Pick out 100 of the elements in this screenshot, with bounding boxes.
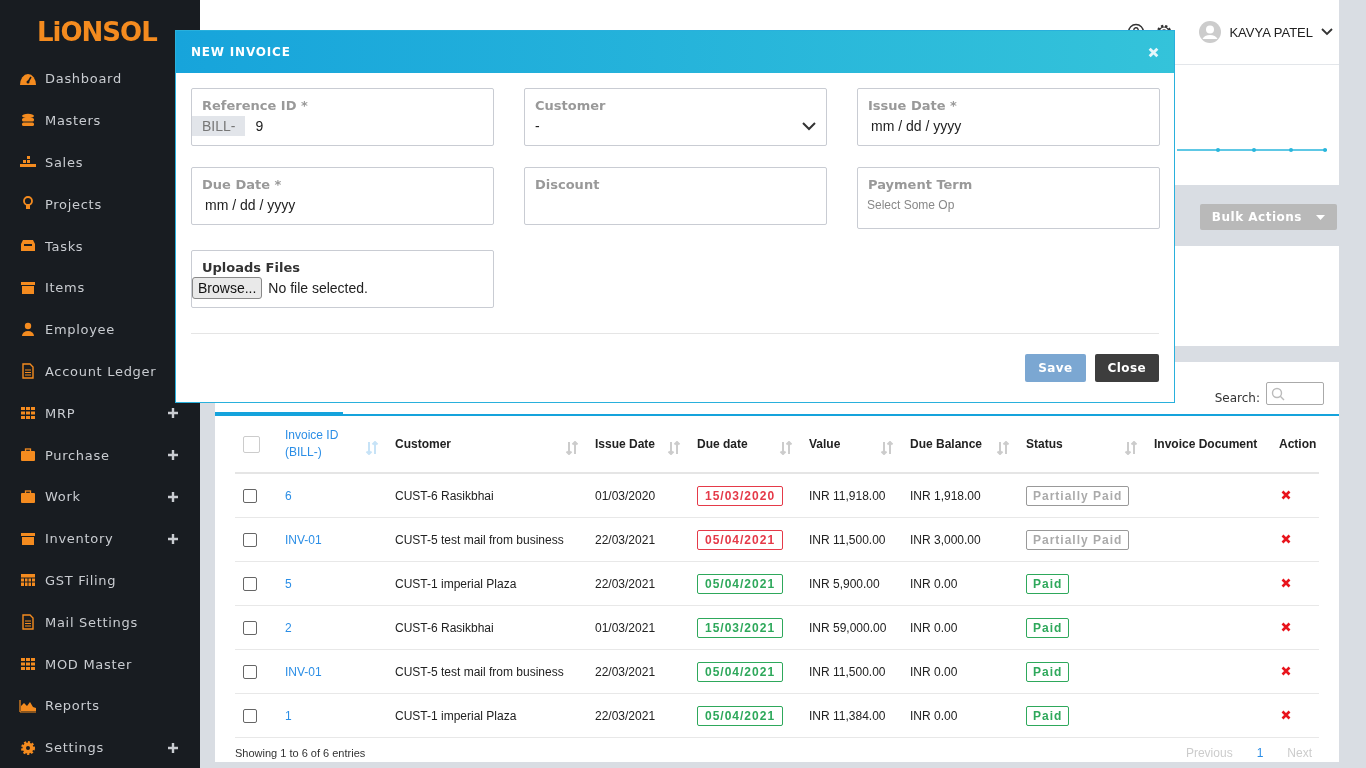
table-cell: INR 3,000.00 xyxy=(910,532,981,547)
table-cell: INR 11,918.00 xyxy=(809,488,886,503)
search-label: Search: xyxy=(1214,391,1260,405)
table-cell: CUST-6 Rasikbhai xyxy=(395,488,494,503)
field-placeholder: Select Some Op xyxy=(867,198,955,212)
field-prefix: BILL- xyxy=(192,116,246,136)
browse-button[interactable]: Browse... xyxy=(192,277,263,299)
page-link[interactable]: 1 xyxy=(1256,746,1264,760)
column-header: Invoice Document xyxy=(1154,437,1259,451)
user-menu[interactable]: KAVYA PATEL xyxy=(1199,21,1333,43)
sidebar-item[interactable]: Inventory xyxy=(0,517,200,560)
invoice-link[interactable]: 6 xyxy=(285,488,292,503)
table-cell: 22/03/2021 xyxy=(595,664,656,679)
plus-icon[interactable] xyxy=(168,450,178,461)
table-cell: INR 0.00 xyxy=(910,576,958,591)
chevron-down-icon xyxy=(802,121,816,131)
field-value: - xyxy=(535,118,540,134)
status-tag: Paid xyxy=(1026,661,1070,682)
briefcase-icon xyxy=(19,487,37,506)
row-checkbox[interactable] xyxy=(243,664,257,679)
due-date-tag: 05/04/2021 xyxy=(697,573,784,594)
table-cell: CUST-1 imperial Plaza xyxy=(395,576,517,591)
sidebar-item[interactable]: Mail Settings xyxy=(0,601,200,644)
dialog-title: NEW INVOICE xyxy=(191,45,291,59)
invoice-link[interactable]: 2 xyxy=(285,620,292,635)
field-label: Customer xyxy=(535,98,607,113)
sidebar-item[interactable]: Account Ledger xyxy=(0,350,200,393)
form-field[interactable]: Issue Date * mm / dd / yyyy xyxy=(857,88,1160,146)
table-cell: INR 0.00 xyxy=(910,620,958,635)
column-header[interactable]: Issue Date xyxy=(595,437,685,451)
plus-icon[interactable] xyxy=(168,533,178,544)
form-field[interactable]: Due Date * mm / dd / yyyy xyxy=(191,167,494,225)
sidebar-item[interactable]: MOD Master xyxy=(0,643,200,685)
delete-icon[interactable] xyxy=(1281,489,1291,500)
due-date-tag: 05/04/2021 xyxy=(697,661,784,682)
user-name: KAVYA PATEL xyxy=(1229,24,1313,40)
field-label: Reference ID * xyxy=(202,98,309,113)
table-cell: INR 11,500.00 xyxy=(809,664,886,679)
delete-icon[interactable] xyxy=(1281,533,1291,544)
invoice-link[interactable]: INV-01 xyxy=(285,532,322,547)
sidebar-item[interactable]: MRP xyxy=(0,392,200,435)
table-cell: CUST-5 test mail from business xyxy=(395,664,564,679)
table-cell: INR 11,500.00 xyxy=(809,532,886,547)
form-field[interactable]: Reference ID * BILL- 9 xyxy=(191,88,494,146)
column-header[interactable]: Due Balance xyxy=(910,437,1014,451)
field-label: Payment Term xyxy=(868,177,974,192)
sidebar-item[interactable]: Work xyxy=(0,475,200,518)
sidebar-item[interactable]: GST Filing xyxy=(0,559,200,602)
plus-icon[interactable] xyxy=(168,408,178,419)
field-value: 9 xyxy=(255,118,264,134)
row-checkbox[interactable] xyxy=(243,576,257,591)
table-cell: INR 1,918.00 xyxy=(910,488,981,503)
due-date-tag: 15/03/2020 xyxy=(697,485,784,506)
plus-icon[interactable] xyxy=(168,742,178,753)
form-field[interactable]: Payment Term Select Some Op xyxy=(857,167,1160,229)
row-checkbox[interactable] xyxy=(243,708,257,723)
sidebar-item[interactable]: Settings xyxy=(0,726,200,768)
column-header[interactable]: Customer xyxy=(395,437,583,451)
field-value: mm / dd / yyyy xyxy=(871,118,962,134)
sidebar-item[interactable]: Purchase xyxy=(0,434,200,476)
invoice-link[interactable]: INV-01 xyxy=(285,664,322,679)
entries-info: Showing 1 to 6 of 6 entries xyxy=(235,747,366,759)
due-date-tag: 15/03/2021 xyxy=(697,617,784,638)
chevron-down-icon xyxy=(1321,28,1333,36)
delete-icon[interactable] xyxy=(1281,577,1291,588)
table-cell: 01/03/2020 xyxy=(595,488,656,503)
column-header[interactable]: Due date xyxy=(697,437,797,451)
field-label: Due Date * xyxy=(202,177,283,192)
row-checkbox[interactable] xyxy=(243,488,257,503)
table-cell: INR 0.00 xyxy=(910,708,958,723)
gear-icon xyxy=(19,738,37,757)
document-icon xyxy=(19,362,37,381)
table-cell: INR 11,384.00 xyxy=(809,708,886,723)
form-field[interactable]: Uploads Files Browse... No file selected. xyxy=(191,250,494,308)
invoice-link[interactable]: 5 xyxy=(285,576,292,591)
delete-icon[interactable] xyxy=(1281,709,1291,720)
document-icon xyxy=(19,613,37,632)
select-all-checkbox[interactable] xyxy=(243,435,260,453)
search-icon xyxy=(1271,386,1285,401)
plus-icon[interactable] xyxy=(168,491,178,502)
caret-icon xyxy=(1316,214,1325,220)
table-cell: 01/03/2021 xyxy=(595,620,656,635)
row-checkbox[interactable] xyxy=(243,620,257,635)
dialog-button[interactable]: Close xyxy=(1094,354,1159,382)
sidebar-item[interactable]: Reports xyxy=(0,684,200,727)
sidebar-item[interactable]: Employee xyxy=(0,308,200,351)
search-field[interactable] xyxy=(1266,382,1324,405)
user-icon xyxy=(19,320,37,339)
avatar-icon xyxy=(1199,21,1222,43)
column-header[interactable]: Status xyxy=(1026,437,1142,451)
column-header[interactable]: Invoice ID (BILL-) xyxy=(285,427,383,461)
table-cell: CUST-1 imperial Plaza xyxy=(395,708,517,723)
field-value: mm / dd / yyyy xyxy=(205,197,296,213)
delete-icon[interactable] xyxy=(1281,665,1291,676)
delete-icon[interactable] xyxy=(1281,621,1291,632)
form-field[interactable]: Customer - xyxy=(524,88,827,146)
row-checkbox[interactable] xyxy=(243,532,257,547)
column-header[interactable]: Value xyxy=(809,437,898,451)
field-label: Issue Date * xyxy=(868,98,958,113)
status-tag: Partially Paid xyxy=(1026,529,1130,550)
